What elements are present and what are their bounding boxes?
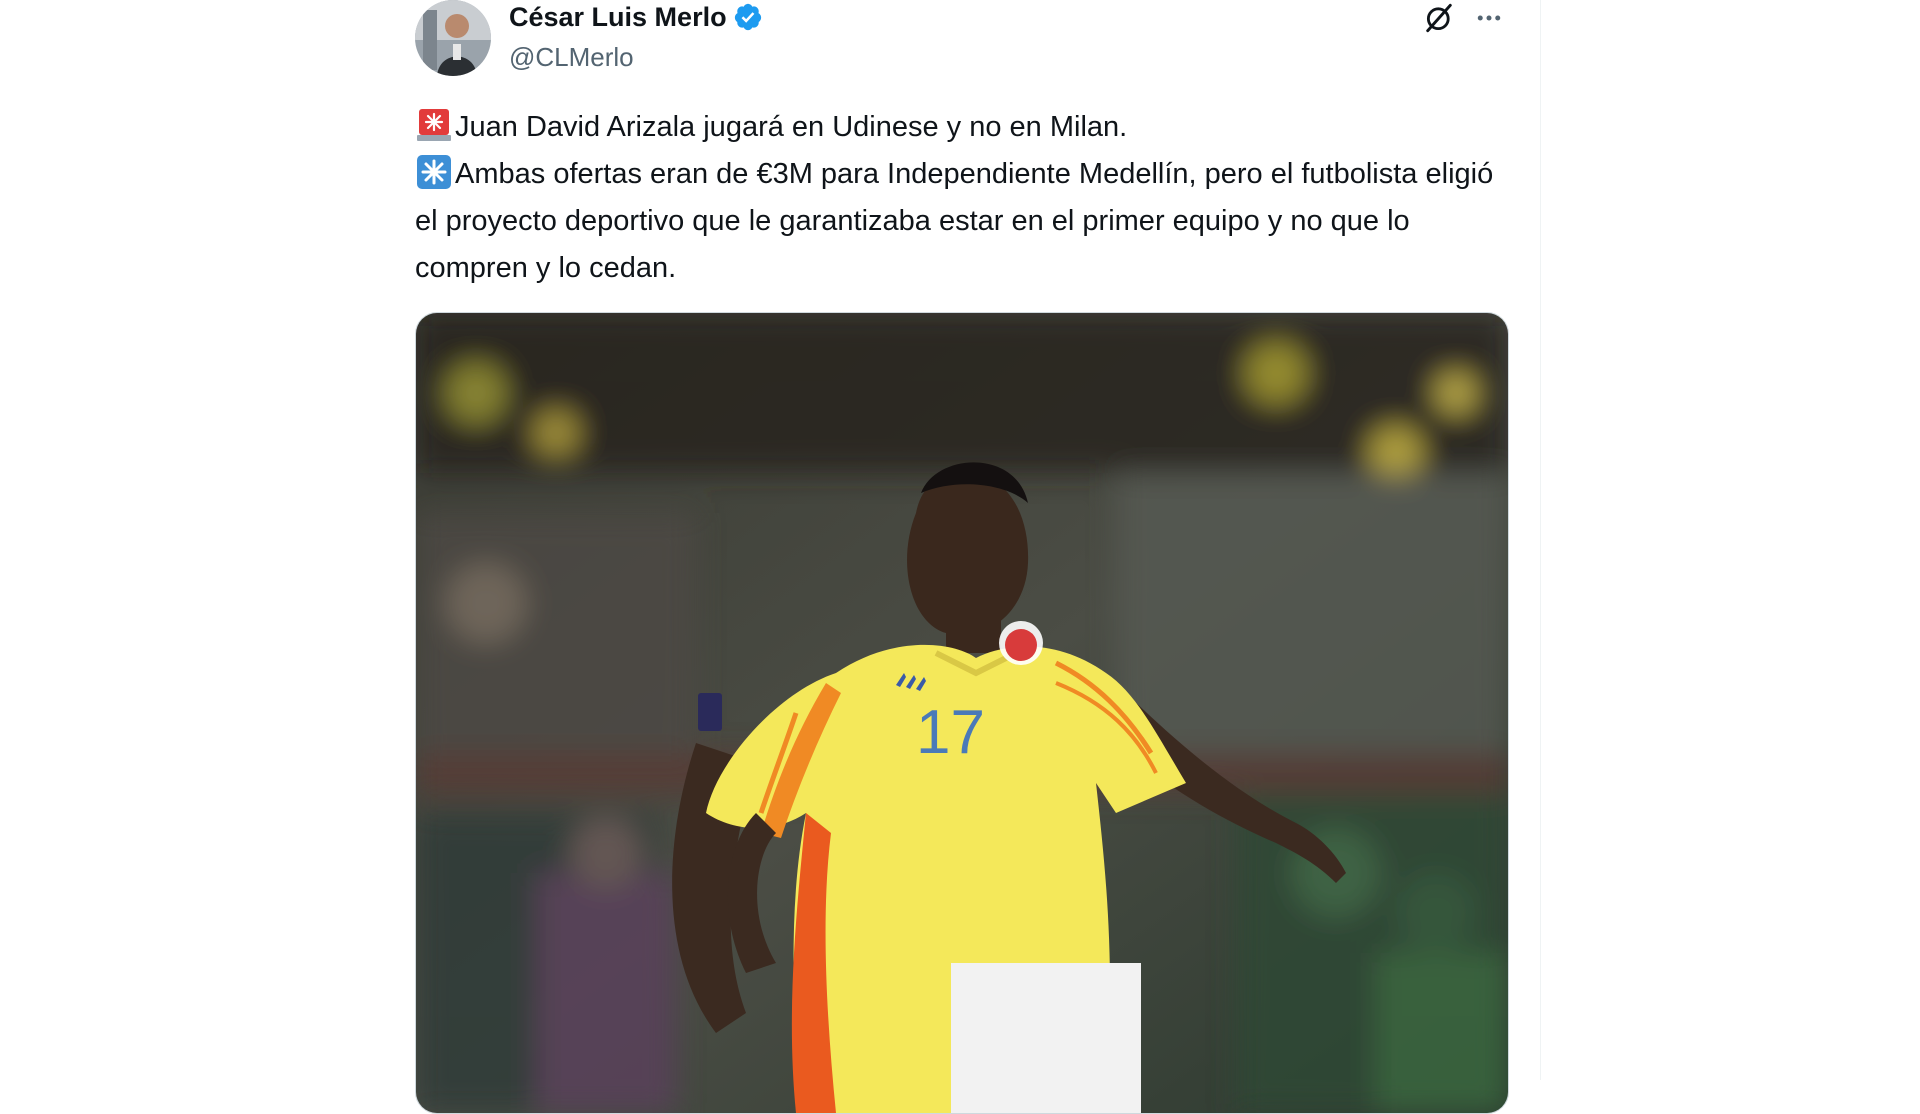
author-name-text[interactable]: César Luis Merlo <box>509 0 727 34</box>
tweet-line-1: Juan David Arizala jugará en Udinese y n… <box>415 104 1507 151</box>
eight-spoked-asterisk-emoji-icon <box>415 153 453 191</box>
author-handle[interactable]: @CLMerlo <box>509 40 634 74</box>
more-horizontal-icon <box>1477 15 1501 21</box>
tweet-line-2-text: Ambas ofertas eran de €3M para Independi… <box>415 158 1494 284</box>
avatar[interactable] <box>415 0 491 76</box>
tweet-photo[interactable]: 17 <box>415 312 1509 1114</box>
player-photo: 17 <box>416 313 1508 1113</box>
grok-button[interactable] <box>1421 0 1457 36</box>
author-name[interactable]: César Luis Merlo <box>509 0 763 34</box>
tweet-text: Juan David Arizala jugará en Udinese y n… <box>415 104 1507 292</box>
column-divider <box>1540 0 1541 1080</box>
tweet-card[interactable]: César Luis Merlo @CLMerlo Juan David Ari… <box>415 0 1509 1114</box>
verified-badge-icon[interactable] <box>733 2 763 32</box>
more-options-button[interactable] <box>1471 0 1507 36</box>
police-light-emoji-icon <box>415 106 453 144</box>
tweet-line-1-text: Juan David Arizala jugará en Udinese y n… <box>455 111 1128 143</box>
jersey-number: 17 <box>916 698 985 767</box>
grok-icon <box>1426 3 1452 33</box>
tweet-line-2: Ambas ofertas eran de €3M para Independi… <box>415 151 1507 292</box>
